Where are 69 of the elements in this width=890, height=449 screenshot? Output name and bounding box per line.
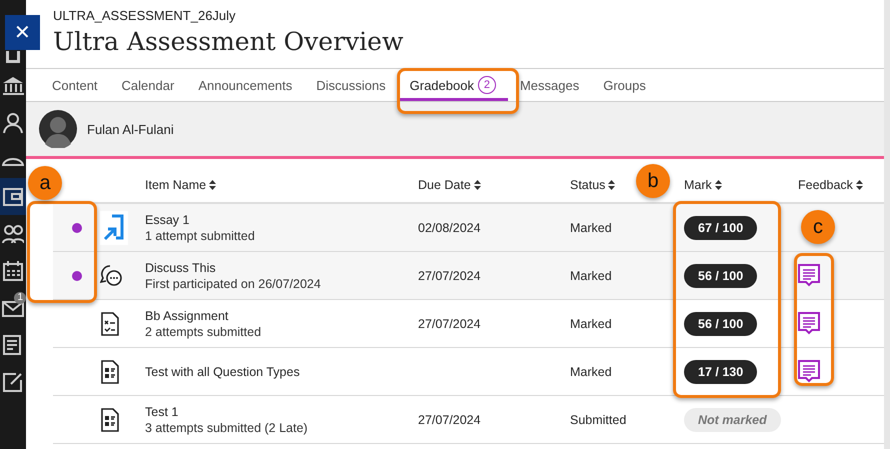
checklist-icon bbox=[100, 312, 120, 336]
status-text: Marked bbox=[570, 220, 612, 234]
due-date: 02/08/2024 bbox=[418, 220, 481, 234]
column-header[interactable]: Mark bbox=[684, 178, 712, 192]
group-icon bbox=[2, 224, 24, 244]
table-row[interactable]: Test with all Question Types Marked 17 / 130 bbox=[53, 348, 884, 396]
column-header[interactable]: Status bbox=[570, 178, 606, 192]
status-text: Marked bbox=[570, 364, 612, 378]
sort-icon bbox=[608, 180, 616, 190]
table-row[interactable]: Test 1 3 attempts submitted (2 Late) 27/07/2024 Submitted Not marked bbox=[53, 396, 884, 444]
course-title: Ultra Assessment Overview bbox=[53, 27, 404, 57]
feedback-icon[interactable] bbox=[798, 360, 820, 384]
notification-badge: 1 bbox=[14, 292, 26, 304]
mark-pill[interactable]: Not marked bbox=[684, 408, 781, 432]
tab[interactable]: Messages bbox=[508, 69, 592, 101]
test-document-icon bbox=[100, 408, 120, 432]
column-header[interactable]: Feedback bbox=[798, 178, 853, 192]
due-date: 27/07/2024 bbox=[418, 316, 481, 330]
institution-icon bbox=[2, 76, 24, 96]
mark-pill[interactable]: 56 / 100 bbox=[684, 264, 758, 288]
item-detail: 2 attempts submitted bbox=[145, 324, 262, 340]
sort-icon bbox=[209, 180, 216, 190]
calendar-icon bbox=[2, 260, 24, 282]
logo-icon bbox=[6, 51, 20, 63]
chat-bubbles-icon bbox=[100, 264, 124, 288]
feedback-icon[interactable] bbox=[798, 312, 820, 336]
course-code: ULTRA_ASSESSMENT_26July bbox=[53, 8, 237, 23]
avatar-icon bbox=[39, 110, 77, 148]
close-button[interactable]: ✕ bbox=[5, 15, 40, 50]
item-name[interactable]: Discuss This bbox=[145, 260, 418, 276]
feedback-icon[interactable] bbox=[798, 264, 820, 288]
tab[interactable]: Announcements bbox=[186, 69, 304, 101]
student-name: Fulan Al-Fulani bbox=[87, 122, 174, 136]
sort-icon bbox=[474, 180, 481, 190]
tab[interactable]: Content bbox=[40, 69, 110, 101]
mail-icon bbox=[2, 298, 24, 316]
item-name[interactable]: Essay 1 bbox=[145, 212, 418, 228]
sort-icon bbox=[856, 180, 863, 190]
edit-icon bbox=[2, 370, 24, 392]
item-name[interactable]: Bb Assignment bbox=[145, 308, 418, 324]
status-text: Marked bbox=[570, 316, 612, 330]
mark-pill[interactable]: 67 / 100 bbox=[684, 216, 758, 240]
column-header[interactable]: Due Date bbox=[418, 178, 471, 192]
tab[interactable]: Groups bbox=[591, 69, 658, 101]
item-detail: 1 attempt submitted bbox=[145, 228, 256, 244]
person-icon bbox=[2, 112, 24, 134]
item-detail: First participated on 26/07/2024 bbox=[145, 276, 322, 292]
sidebar-item[interactable]: 1 bbox=[0, 289, 26, 326]
sidebar-item[interactable] bbox=[0, 178, 26, 215]
mark-pill[interactable]: 17 / 130 bbox=[684, 360, 758, 384]
count-badge: 2 bbox=[478, 76, 496, 94]
tab[interactable]: Discussions bbox=[304, 69, 398, 101]
due-date: 27/07/2024 bbox=[418, 268, 481, 282]
unread-dot bbox=[72, 270, 82, 280]
sort-icon bbox=[714, 180, 722, 190]
test-document-icon bbox=[100, 360, 120, 384]
table-row[interactable]: Bb Assignment 2 attempts submitted 27/07/2024 Marked 56 / 100 bbox=[53, 300, 884, 348]
column-header[interactable]: Item Name bbox=[145, 178, 206, 192]
due-date: 27/07/2024 bbox=[418, 412, 481, 426]
unread-dot bbox=[72, 222, 82, 232]
table-row[interactable]: Discuss This First participated on 26/07/2024 27/07/2024 Marked 56 / 100 bbox=[53, 252, 884, 300]
document-icon bbox=[2, 334, 24, 356]
item-name[interactable]: Test 1 bbox=[145, 404, 418, 420]
tab[interactable]: Calendar bbox=[110, 69, 186, 101]
status-text: Marked bbox=[570, 268, 612, 282]
item-name[interactable]: Test with all Question Types bbox=[145, 364, 418, 380]
status-text: Submitted bbox=[570, 412, 626, 426]
item-detail: 3 attempts submitted (2 Late) bbox=[145, 420, 309, 436]
mark-pill[interactable]: 56 / 100 bbox=[684, 312, 758, 336]
